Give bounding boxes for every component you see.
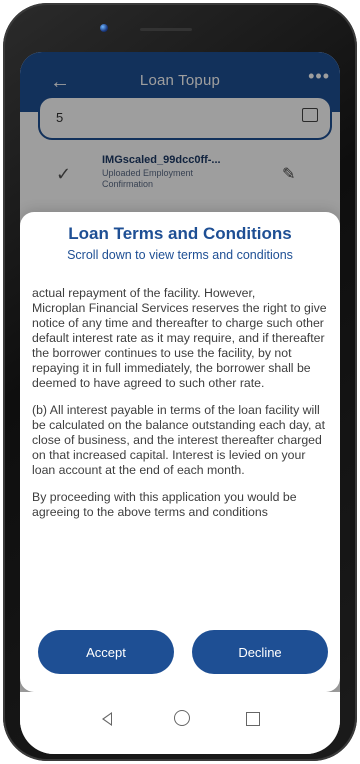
top-bezel [20, 12, 340, 56]
modal-buttons: Accept Decline [20, 630, 340, 680]
system-nav-bar [20, 692, 340, 754]
earpiece-speaker [140, 28, 192, 31]
device-frame: ← Loan Topup ••• 5 ✓ IMGscaled_99dcc0ff-… [0, 0, 360, 764]
modal-title: Loan Terms and Conditions [68, 224, 292, 243]
nav-home-icon[interactable] [174, 710, 190, 731]
nav-back-icon[interactable] [102, 710, 112, 731]
accept-button[interactable]: Accept [38, 630, 174, 674]
screen: ← Loan Topup ••• 5 ✓ IMGscaled_99dcc0ff-… [20, 52, 340, 754]
terms-cut-line: actual repayment of the facility. Howeve… [32, 286, 256, 300]
decline-button[interactable]: Decline [192, 630, 328, 674]
terms-paragraph-3: By proceeding with this application you … [32, 490, 297, 519]
terms-paragraph-1: Microplan Financial Services reserves th… [32, 301, 327, 390]
nav-recents-icon[interactable] [246, 710, 260, 731]
terms-paragraph-2: (b) All interest payable in terms of the… [32, 403, 326, 477]
terms-scroll-area[interactable]: actual repayment of the facility. Howeve… [32, 286, 330, 626]
front-camera [100, 24, 108, 32]
modal-subtitle: Scroll down to view terms and conditions [67, 248, 293, 262]
terms-modal: Loan Terms and Conditions Scroll down to… [20, 212, 340, 692]
